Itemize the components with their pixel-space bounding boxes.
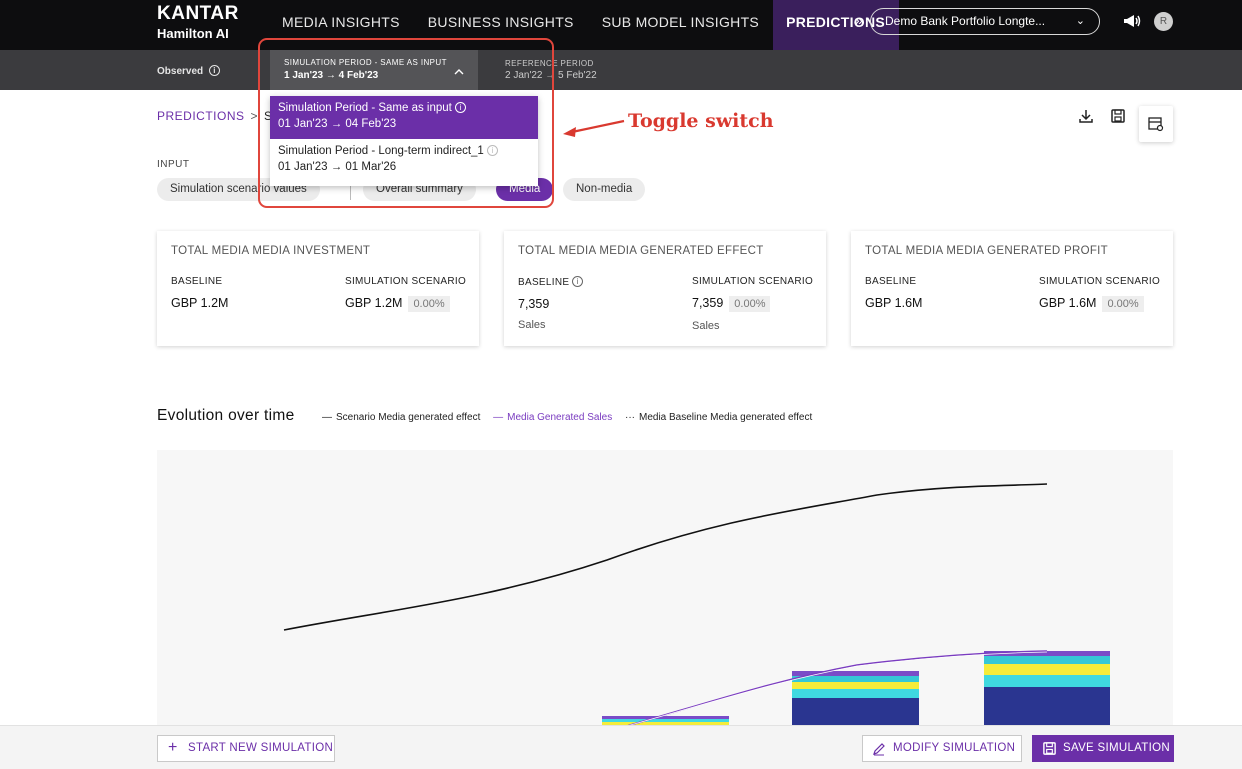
avatar[interactable]: R	[1154, 12, 1173, 31]
evolution-title: Evolution over time	[157, 407, 295, 424]
baseline-label-row: BASELINE i	[518, 276, 584, 288]
nav-sub-model-insights[interactable]: SUB MODEL INSIGHTS	[588, 0, 773, 50]
megaphone-icon[interactable]	[1122, 12, 1144, 30]
card-baseline: BASELINE GBP 1.2M	[171, 276, 228, 310]
scenario-label: SIMULATION SCENARIO	[1039, 276, 1161, 287]
bar-segment	[984, 656, 1110, 664]
scenario-pct-badge: 0.00%	[408, 296, 450, 312]
kpi-card-profit: TOTAL MEDIA MEDIA GENERATED PROFIT BASEL…	[851, 231, 1173, 346]
card-scenario: SIMULATION SCENARIO GBP 1.6M 0.00%	[1039, 276, 1160, 312]
card-title: TOTAL MEDIA MEDIA INVESTMENT	[171, 245, 371, 257]
period-bar: Observed i SIMULATION PERIOD - SAME AS I…	[0, 50, 1242, 90]
scenario-value: 7,359	[692, 296, 724, 310]
scenario-pct-badge: 0.00%	[729, 296, 771, 312]
baseline-label: BASELINE	[865, 276, 917, 287]
info-icon[interactable]: i	[572, 276, 584, 287]
stacked-bar-2	[792, 671, 919, 726]
breadcrumb-root[interactable]: PREDICTIONS	[157, 109, 245, 123]
scenario-value-row: GBP 1.6M 0.00%	[1039, 296, 1160, 312]
scenario-pct-badge: 0.00%	[1102, 296, 1144, 312]
kpi-card-investment: TOTAL MEDIA MEDIA INVESTMENT BASELINE GB…	[157, 231, 479, 346]
bar-segment	[602, 716, 729, 719]
card-scenario: SIMULATION SCENARIO 7,359 0.00% Sales	[692, 276, 813, 332]
scenario-value: GBP 1.6M	[1039, 296, 1097, 310]
baseline-value: GBP 1.6M	[865, 296, 923, 310]
legend-symbol-scenario: —	[322, 412, 332, 423]
scenario-unit: Sales	[692, 320, 720, 332]
bar-segment	[984, 675, 1110, 687]
kpi-card-effect: TOTAL MEDIA MEDIA GENERATED EFFECT BASEL…	[504, 231, 826, 346]
save-simulation-button[interactable]: SAVE SIMULATION	[1032, 735, 1174, 762]
evolution-chart	[283, 483, 1110, 726]
legend-label-scenario: Scenario Media generated effect	[336, 412, 481, 423]
observed-text: Observed	[157, 66, 204, 77]
card-baseline: BASELINE i 7,359 Sales	[518, 276, 584, 331]
scenario-value-row: 7,359 0.00%	[692, 296, 813, 312]
annotation-label: Toggle switch	[628, 110, 774, 132]
portfolio-select[interactable]: Demo Bank Portfolio Longte... ⌄	[870, 8, 1100, 35]
download-icon[interactable]	[1078, 108, 1094, 124]
brand-subtitle: Hamilton AI	[157, 26, 229, 41]
bar-segment	[792, 698, 919, 726]
stacked-bar-3	[984, 651, 1110, 726]
breadcrumb-separator: >	[250, 109, 259, 123]
legend-label-sales: Media Generated Sales	[507, 412, 613, 423]
bar-segment	[984, 687, 1110, 726]
modify-simulation-button[interactable]: MODIFY SIMULATION	[862, 735, 1022, 762]
start-new-simulation-button[interactable]: + START NEW SIMULATION	[157, 735, 335, 762]
scenario-value-row: GBP 1.2M 0.00%	[345, 296, 466, 312]
baseline-unit: Sales	[518, 319, 546, 331]
bar-segment	[984, 664, 1110, 675]
legend-symbol-sales: —	[493, 412, 504, 423]
scenario-label: SIMULATION SCENARIO	[345, 276, 467, 287]
annotation-highlight-box	[258, 38, 554, 208]
baseline-value: GBP 1.2M	[171, 296, 229, 310]
legend-symbol-baseline: ···	[625, 412, 635, 423]
top-navigation-bar: KANTAR Hamilton AI MEDIA INSIGHTS BUSINE…	[0, 0, 1242, 50]
bottom-action-bar: + START NEW SIMULATION MODIFY SIMULATION…	[0, 725, 1242, 769]
nav-more-icon[interactable]: »	[855, 12, 863, 28]
chart-legend: — Scenario Media generated effect — Media …	[322, 412, 816, 423]
card-baseline: BASELINE GBP 1.6M	[865, 276, 922, 310]
start-new-simulation-label: START NEW SIMULATION	[188, 742, 334, 754]
modify-simulation-label: MODIFY SIMULATION	[893, 742, 1016, 754]
save-icon	[1043, 742, 1056, 755]
baseline-value: 7,359	[518, 297, 550, 311]
legend-label-baseline: Media Baseline Media generated effect	[639, 412, 813, 423]
bar-segment	[792, 682, 919, 689]
table-settings-icon	[1148, 117, 1164, 132]
scenario-value: GBP 1.2M	[345, 296, 403, 310]
bar-segment	[792, 689, 919, 698]
portfolio-select-value: Demo Bank Portfolio Longte...	[885, 14, 1046, 28]
brand-name: KANTAR	[157, 3, 239, 24]
card-title: TOTAL MEDIA MEDIA GENERATED PROFIT	[865, 245, 1109, 257]
plus-icon: +	[168, 739, 178, 756]
observed-label[interactable]: Observed i	[157, 65, 220, 77]
scenario-line	[283, 483, 1048, 631]
bar-segment	[602, 719, 729, 722]
table-settings-button[interactable]	[1139, 106, 1173, 142]
save-icon[interactable]	[1110, 108, 1126, 124]
annotation-arrow-icon	[563, 119, 625, 137]
card-scenario: SIMULATION SCENARIO GBP 1.2M 0.00%	[345, 276, 466, 312]
baseline-label: BASELINE	[171, 276, 223, 287]
pencil-icon	[873, 743, 885, 756]
input-label: INPUT	[157, 159, 190, 170]
chevron-down-icon: ⌄	[1075, 15, 1085, 27]
card-title: TOTAL MEDIA MEDIA GENERATED EFFECT	[518, 245, 764, 257]
save-simulation-label: SAVE SIMULATION	[1063, 742, 1170, 754]
brand-logo[interactable]: KANTAR Hamilton AI	[0, 0, 268, 50]
baseline-label: BASELINE	[518, 277, 570, 288]
info-icon[interactable]: i	[208, 65, 220, 76]
scenario-label: SIMULATION SCENARIO	[692, 276, 814, 287]
bar-segment	[792, 676, 919, 682]
chip-non-media[interactable]: Non-media	[563, 178, 646, 201]
